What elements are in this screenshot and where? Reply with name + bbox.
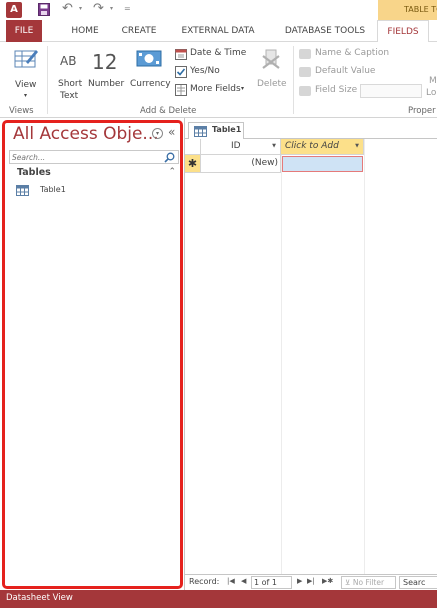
date-time-button[interactable]: Date & Time [175, 48, 250, 61]
tab-file[interactable]: FILE [6, 20, 42, 42]
status-bar: Datasheet View [0, 590, 437, 608]
field-size-control[interactable]: Field Size [299, 84, 424, 98]
chevron-down-icon[interactable]: ▼ [272, 143, 276, 149]
delete-label: Delete [257, 79, 287, 89]
short-text-icon: AB [60, 54, 77, 68]
record-search-input[interactable]: Searc [399, 576, 437, 589]
name-caption-button[interactable]: Name & Caption [299, 48, 399, 61]
more-fields-icon [175, 84, 187, 96]
customize-quick-access-button[interactable]: = [124, 4, 131, 13]
context-tab-table-tools: TABLE TO [378, 0, 437, 20]
document-tab-label: Table1 [212, 125, 242, 134]
tab-fields[interactable]: FIELDS [377, 20, 429, 43]
no-filter-button[interactable]: ⊻ No Filter [341, 576, 396, 589]
record-position-field[interactable]: 1 of 1 [251, 576, 292, 589]
record-label: Record: [189, 577, 220, 586]
next-record-icon[interactable]: ▶ [297, 577, 302, 585]
grid-line [281, 139, 282, 574]
save-icon[interactable] [38, 3, 50, 16]
name-caption-icon [299, 49, 311, 59]
delete-button[interactable]: Delete [254, 46, 290, 96]
redo-icon[interactable]: ↷ [93, 2, 107, 16]
lookup-label: M [429, 76, 437, 86]
grid-line [364, 139, 365, 574]
view-icon [14, 50, 38, 68]
group-separator [293, 46, 294, 114]
yes-no-label: Yes/No [190, 66, 220, 76]
currency-button[interactable]: Currency [128, 46, 172, 104]
table-icon [194, 126, 207, 137]
tab-database-tools[interactable]: DATABASE TOOLS [277, 20, 373, 42]
chevron-down-icon: ▾ [241, 85, 245, 92]
currency-label: Currency [130, 79, 171, 89]
new-record-icon[interactable]: ▶✱ [322, 577, 333, 585]
record-navigation-bar: Record: |◀ ◀ 1 of 1 ▶ ▶| ▶✱ ⊻ No Filter … [184, 574, 437, 590]
group-label-properties: Proper [408, 106, 436, 116]
document-tab-table1[interactable]: Table1 [188, 122, 244, 139]
group-separator [47, 46, 48, 114]
chevron-down-icon: ▾ [24, 92, 28, 99]
group-label-add-delete: Add & Delete [140, 106, 197, 116]
ribbon: View ▾ Views AB Short Text 12 Number Cur… [0, 42, 437, 118]
ribbon-tab-row: FILE HOME CREATE EXTERNAL DATA DATABASE … [0, 20, 437, 43]
chevron-down-icon[interactable]: ▼ [355, 143, 359, 149]
filter-label: No Filter [352, 578, 385, 587]
undo-icon[interactable]: ↶ [62, 2, 76, 16]
previous-record-icon[interactable]: ◀ [241, 577, 246, 585]
column-header-click-to-add[interactable]: Click to Add ▼ [281, 139, 364, 155]
nav-pane-highlight-outline [2, 120, 183, 589]
table-row-new: ✱ (New) [185, 155, 437, 173]
date-time-icon [175, 49, 187, 60]
tab-external-data[interactable]: EXTERNAL DATA [172, 20, 264, 42]
column-header-id[interactable]: ID ▼ [201, 139, 281, 155]
status-text: Datasheet View [6, 593, 73, 603]
tab-home[interactable]: HOME [63, 20, 107, 42]
chevron-down-icon[interactable]: ▾ [79, 5, 82, 12]
datasheet-document: Table1 ID ▼ Click to Add ▼ ✱ (New) [184, 118, 437, 574]
date-time-label: Date & Time [190, 48, 247, 58]
short-text-button[interactable]: AB Short Text [54, 46, 84, 104]
row-selector[interactable]: ✱ [185, 155, 201, 173]
yes-no-button[interactable]: Yes/No [175, 66, 235, 79]
datasheet-grid: ID ▼ Click to Add ▼ ✱ (New) [185, 139, 437, 574]
filter-icon: ⊻ [345, 578, 351, 587]
default-value-label: Default Value [315, 66, 376, 76]
column-header-label: Click to Add [285, 141, 339, 151]
number-label: Number [88, 79, 125, 89]
view-button[interactable]: View ▾ [12, 46, 42, 106]
chevron-down-icon[interactable]: ▾ [110, 5, 113, 12]
group-label-views: Views [9, 106, 34, 116]
currency-icon [136, 50, 162, 67]
table-cell-id[interactable]: (New) [201, 155, 281, 173]
last-record-icon[interactable]: ▶| [307, 577, 315, 585]
short-text-label-2: Text [60, 91, 79, 101]
default-value-icon [299, 67, 311, 77]
document-tab-strip: Table1 [185, 118, 437, 139]
more-fields-label: More Fields [190, 84, 241, 94]
field-size-input[interactable] [360, 84, 422, 98]
table-cell-selected[interactable] [282, 156, 363, 172]
field-size-icon [299, 86, 311, 96]
lookup-label-2: Lo [426, 88, 437, 98]
checkbox-icon [175, 66, 187, 78]
first-record-icon[interactable]: |◀ [227, 577, 235, 585]
number-button[interactable]: 12 Number [86, 46, 126, 104]
column-header-label: ID [231, 141, 241, 151]
select-all-corner[interactable] [185, 139, 201, 155]
view-label: View [15, 80, 37, 90]
default-value-button[interactable]: Default Value [299, 66, 399, 79]
short-text-label: Short [58, 79, 83, 89]
access-logo-icon: A [6, 2, 22, 18]
field-size-label: Field Size [315, 85, 358, 95]
more-fields-button[interactable]: More Fields ▾ [175, 84, 250, 97]
name-caption-label: Name & Caption [315, 48, 390, 58]
tab-create[interactable]: CREATE [116, 20, 162, 42]
delete-icon [262, 49, 280, 69]
number-icon: 12 [92, 50, 118, 74]
cell-value: (New) [251, 158, 278, 168]
title-bar: A ↶ ▾ ↷ ▾ = TABLE TO [0, 0, 437, 20]
